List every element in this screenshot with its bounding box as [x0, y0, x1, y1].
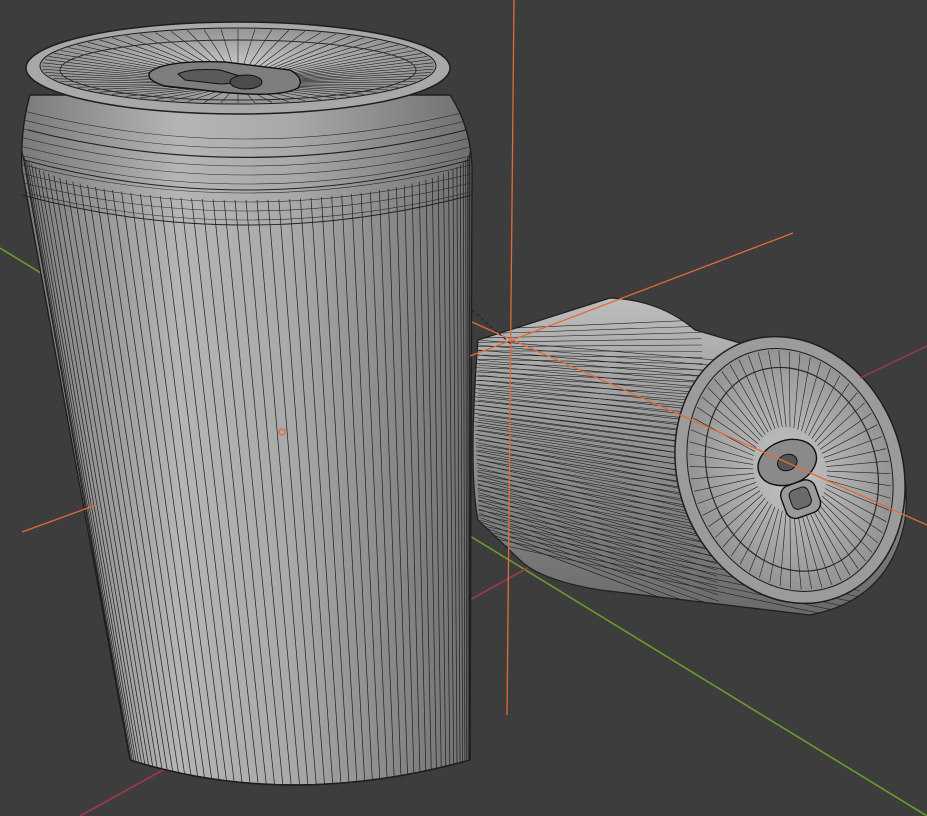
upright-can[interactable] [20, 21, 474, 790]
viewport-scene[interactable] [0, 0, 927, 816]
3d-viewport[interactable] [0, 0, 927, 816]
crushed-can[interactable] [470, 297, 927, 636]
upright-can-lid [25, 21, 451, 115]
